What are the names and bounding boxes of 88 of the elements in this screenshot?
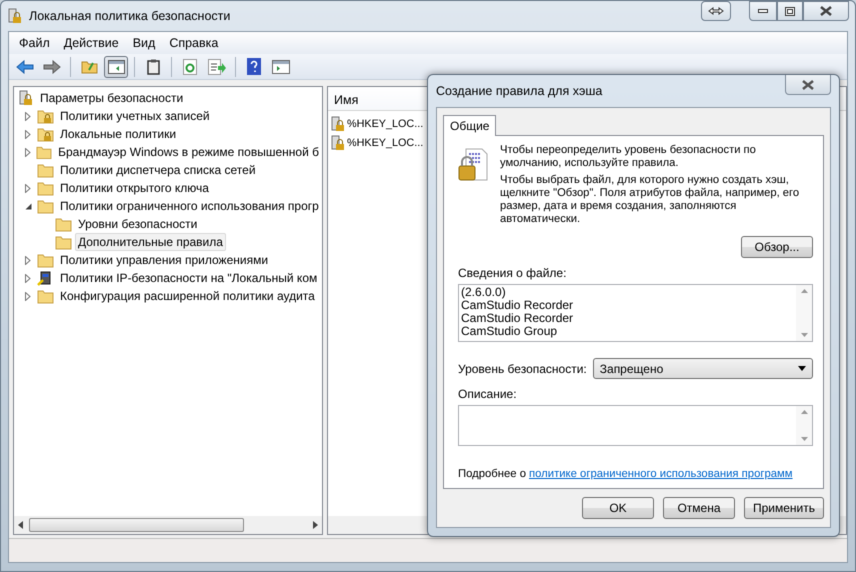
scroll-left-icon[interactable] — [18, 521, 23, 529]
window-title: Локальная политика безопасности — [29, 9, 232, 23]
field-label: Сведения о файле: — [458, 266, 566, 280]
folder-icon — [55, 234, 72, 250]
tree-item[interactable]: Политики IP-безопасности на "Локальный ком — [57, 269, 320, 287]
expand-arrow-icon[interactable] — [25, 184, 31, 192]
close-button[interactable] — [803, 1, 849, 21]
security-level-dropdown[interactable]: Запрещено — [592, 358, 813, 379]
scroll-down-icon[interactable] — [800, 333, 808, 337]
expand-arrow-icon[interactable] — [25, 256, 31, 264]
locked-folder-icon — [37, 126, 54, 142]
close-button[interactable] — [785, 75, 831, 95]
close-icon — [801, 80, 815, 90]
folder-icon — [37, 180, 54, 196]
clipboard-icon[interactable] — [146, 58, 160, 74]
expand-arrow-icon[interactable] — [25, 130, 31, 138]
maximize-icon — [785, 6, 795, 16]
menu-item[interactable]: Действие — [58, 34, 125, 52]
dialog-button[interactable]: Применить — [744, 497, 824, 519]
maximize-button[interactable] — [777, 1, 803, 21]
tree-item[interactable]: Дополнительные правила — [75, 233, 226, 251]
info-text: Чтобы переопределить уровень безопасности по умолчанию, используйте правила. — [500, 144, 757, 170]
tree-item[interactable]: Политики ограниченного использования прогр — [57, 197, 322, 215]
scroll-up-icon[interactable] — [800, 410, 808, 414]
file-info-line: CamStudio Group — [461, 325, 558, 338]
minimize-button[interactable] — [749, 1, 777, 21]
scroll-right-icon[interactable] — [313, 521, 318, 529]
tree-pane-icon[interactable] — [108, 60, 124, 74]
file-info-line: CamStudio Recorder — [461, 299, 574, 312]
file-info-line: CamStudio Recorder — [461, 312, 574, 325]
back-arrow-icon[interactable] — [16, 60, 34, 74]
folder-icon — [37, 252, 54, 268]
menu-item[interactable]: Файл — [13, 34, 56, 52]
locked-file-icon — [330, 116, 346, 132]
menu-item[interactable]: Справка — [163, 34, 224, 52]
policy-link[interactable]: политике ограниченного использования программ — [529, 468, 793, 480]
app-icon — [7, 8, 23, 24]
action-pane-icon[interactable] — [272, 60, 290, 74]
file-info-list[interactable]: (2.6.0.0) CamStudio Recorder CamStudio Recorder CamStudio Group — [458, 284, 813, 342]
minimize-icon — [758, 9, 768, 13]
tree-item[interactable]: Уровни безопасности — [75, 215, 200, 233]
forward-arrow-icon[interactable] — [43, 60, 61, 74]
menu-item[interactable]: Вид — [126, 34, 162, 52]
scroll-up-icon[interactable] — [800, 289, 808, 293]
tree-item[interactable]: Брандмауэр Windows в режиме повышенной б — [55, 143, 322, 161]
tab[interactable]: Общие — [443, 115, 496, 136]
help-icon[interactable] — [247, 58, 261, 75]
dialog-button[interactable]: Отмена — [662, 497, 735, 519]
expand-arrow-icon[interactable] — [25, 274, 31, 282]
file-info-line: (2.6.0.0) — [461, 286, 507, 299]
locked-folder-icon — [37, 108, 54, 124]
folder-up-icon[interactable] — [80, 59, 98, 74]
tree-item[interactable]: Политики управления приложениями — [57, 251, 272, 269]
snap-button[interactable] — [701, 1, 731, 21]
expand-arrow-icon[interactable] — [25, 112, 31, 120]
field-label: Описание: — [458, 387, 517, 401]
dialog-title: Создание правила для хэша — [436, 84, 602, 98]
list-item[interactable]: %HKEY_LOC... — [347, 136, 424, 148]
field-label: Уровень безопасности: — [458, 362, 587, 376]
dropdown-arrow-icon — [798, 366, 806, 371]
info-text: Чтобы выбрать файл, для которого нужно создать хэш, щелкните "Обзор". Поля атрибутов файла, например, его размер, дата и время создания, заполняются автоматически. — [500, 174, 800, 226]
expand-arrow-icon[interactable] — [24, 148, 31, 156]
expand-arrow-icon[interactable] — [25, 292, 31, 300]
folder-icon — [36, 144, 52, 160]
tree-item[interactable]: Политики диспетчера списка сетей — [57, 161, 259, 179]
browse-button[interactable]: Обзор... — [741, 236, 813, 258]
dialog-button[interactable]: OK — [582, 497, 654, 519]
horizontal-scrollbar[interactable] — [14, 516, 322, 534]
tree-item[interactable]: Политики открытого ключа — [57, 179, 212, 197]
folder-icon — [37, 162, 54, 178]
collapse-arrow-icon[interactable] — [24, 202, 32, 210]
tree-item[interactable]: Параметры безопасности — [37, 89, 186, 107]
tree-item[interactable]: Локальные политики — [57, 125, 180, 143]
double-arrow-icon — [708, 7, 724, 15]
tree-item[interactable]: Политики учетных записей — [57, 107, 213, 125]
security-settings-icon — [18, 90, 34, 106]
scroll-down-icon[interactable] — [800, 437, 808, 441]
locked-file-icon — [330, 134, 346, 150]
description-field[interactable] — [458, 405, 813, 446]
list-item[interactable]: %HKEY_LOC... — [347, 118, 424, 130]
refresh-icon[interactable] — [183, 58, 197, 74]
close-icon — [819, 6, 833, 16]
folder-icon — [37, 198, 54, 214]
folder-icon — [37, 288, 54, 304]
tree-item[interactable]: Конфигурация расширенной политики аудита — [57, 287, 318, 305]
toolbar-button[interactable] — [104, 56, 128, 78]
more-info-text: Подробнее о — [458, 468, 526, 480]
folder-icon — [55, 216, 72, 232]
